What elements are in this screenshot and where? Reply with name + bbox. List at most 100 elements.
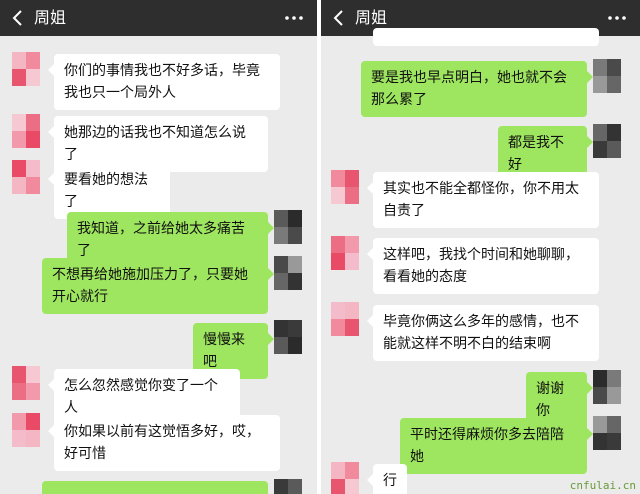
incoming-message-bubble[interactable]: 要看她的想法了	[48, 163, 170, 219]
chat-title: 周姐	[355, 8, 388, 27]
avatar-pixel	[26, 430, 40, 447]
message-text: 慢慢来吧	[203, 332, 245, 370]
avatar-pixel	[331, 319, 345, 336]
message-text: 要看她的想法了	[64, 172, 148, 210]
avatar-pixel	[288, 479, 302, 494]
avatar-pixel	[274, 320, 288, 337]
avatar-pixel	[26, 177, 40, 194]
outgoing-message-bubble[interactable]: 不想再给她施加压力了，只要她开心就行	[42, 258, 274, 314]
avatar-pixel	[274, 227, 288, 244]
avatar-pixel	[345, 236, 359, 253]
message-text: 都是我不好	[508, 135, 564, 173]
user-avatar[interactable]	[274, 479, 302, 494]
avatar-pixel	[274, 479, 288, 494]
avatar-pixel	[345, 253, 359, 270]
user-avatar[interactable]	[593, 370, 621, 404]
outgoing-message-bubble[interactable]: 要是我也早点明白，她也就不会那么累了	[361, 61, 593, 117]
avatar-pixel	[345, 462, 359, 479]
avatar-pixel	[274, 337, 288, 354]
contact-avatar[interactable]	[12, 114, 40, 148]
message-text: 你们的事情我也不好多话，毕竟我也只一个局外人	[64, 63, 260, 101]
avatar-pixel	[12, 131, 26, 148]
message-text: 毕竟你俩这么多年的感情，也不能就这样不明不白的结束啊	[383, 314, 579, 352]
outgoing-message-bubble[interactable]: 平时还得麻烦你多去陪陪她	[400, 418, 593, 474]
incoming-message-bubble[interactable]: 你们的事情我也不好多话，毕竟我也只一个局外人	[48, 54, 280, 110]
avatar-pixel	[331, 479, 345, 494]
avatar-pixel	[12, 383, 26, 400]
incoming-message-bubble[interactable]: 毕竟你俩这么多年的感情，也不能就这样不明不白的结束啊	[367, 305, 599, 361]
chevron-left-icon[interactable]	[329, 8, 349, 28]
user-avatar[interactable]	[593, 416, 621, 450]
avatar-pixel	[607, 59, 621, 76]
incoming-message-bubble[interactable]: 行	[367, 464, 407, 494]
avatar-pixel	[288, 256, 302, 273]
message-text: 平时还得麻烦你多去陪陪她	[410, 427, 564, 465]
user-avatar[interactable]	[593, 59, 621, 93]
avatar-pixel	[607, 124, 621, 141]
avatar-pixel	[12, 366, 26, 383]
contact-avatar[interactable]	[331, 462, 359, 494]
avatar-pixel	[331, 302, 345, 319]
avatar-pixel	[12, 177, 26, 194]
incoming-message-bubble[interactable]	[373, 28, 599, 46]
contact-avatar[interactable]	[12, 413, 40, 447]
avatar-pixel	[12, 430, 26, 447]
avatar-pixel	[274, 210, 288, 227]
avatar-pixel	[345, 187, 359, 204]
message-text: 她那边的话我也不知道怎么说了	[64, 125, 246, 163]
avatar-pixel	[607, 433, 621, 450]
avatar-pixel	[345, 170, 359, 187]
more-dots-icon[interactable]	[608, 16, 626, 20]
message-text: 要是我也早点明白，她也就不会那么累了	[371, 70, 567, 108]
avatar-pixel	[593, 141, 607, 158]
message-text: 这样吧，我找个时间和她聊聊，看看她的态度	[383, 247, 579, 285]
avatar-pixel	[12, 160, 26, 177]
chat-panel-right[interactable]: 周姐 要是我也早点明白，她也就不会那么累了 都是我不好 其实也不能全都怪你，你不…	[321, 0, 640, 494]
message-text: 行	[383, 473, 397, 489]
avatar-pixel	[593, 387, 607, 404]
incoming-message-bubble[interactable]: 你如果以前有这觉悟多好，哎，好可惜	[48, 415, 280, 471]
avatar-pixel	[593, 124, 607, 141]
avatar-pixel	[331, 236, 345, 253]
avatar-pixel	[345, 302, 359, 319]
avatar-pixel	[288, 337, 302, 354]
user-avatar[interactable]	[274, 256, 302, 290]
contact-avatar[interactable]	[12, 160, 40, 194]
message-text: 谢谢你	[536, 381, 564, 419]
site-watermark: cnfulai.cn	[569, 479, 636, 492]
incoming-message-bubble[interactable]: 其实也不能全都怪你，你不用太自责了	[367, 172, 599, 228]
chat-header: 周姐	[0, 0, 317, 36]
avatar-pixel	[26, 366, 40, 383]
avatar-pixel	[288, 210, 302, 227]
avatar-pixel	[331, 170, 345, 187]
avatar-pixel	[593, 370, 607, 387]
contact-avatar[interactable]	[331, 302, 359, 336]
avatar-pixel	[26, 131, 40, 148]
avatar-pixel	[288, 273, 302, 290]
contact-avatar[interactable]	[331, 236, 359, 270]
contact-avatar[interactable]	[331, 170, 359, 204]
avatar-pixel	[345, 319, 359, 336]
contact-avatar[interactable]	[12, 366, 40, 400]
user-avatar[interactable]	[274, 320, 302, 354]
avatar-pixel	[593, 416, 607, 433]
message-text: 其实也不能全都怪你，你不用太自责了	[383, 181, 579, 219]
avatar-pixel	[331, 253, 345, 270]
avatar-pixel	[331, 462, 345, 479]
avatar-pixel	[12, 52, 26, 69]
avatar-pixel	[593, 76, 607, 93]
contact-avatar[interactable]	[12, 52, 40, 86]
outgoing-message-bubble[interactable]	[42, 481, 268, 494]
more-dots-icon[interactable]	[285, 16, 303, 20]
avatar-pixel	[607, 141, 621, 158]
avatar-pixel	[607, 416, 621, 433]
user-avatar[interactable]	[274, 210, 302, 244]
incoming-message-bubble[interactable]: 这样吧，我找个时间和她聊聊，看看她的态度	[367, 238, 599, 294]
avatar-pixel	[12, 413, 26, 430]
user-avatar[interactable]	[593, 124, 621, 158]
chevron-left-icon[interactable]	[8, 8, 28, 28]
avatar-pixel	[26, 114, 40, 131]
chat-panel-left[interactable]: 周姐 你们的事情我也不好多话，毕竟我也只一个局外人 她那边的话我也不知道怎么说了…	[0, 0, 317, 494]
message-text: 你如果以前有这觉悟多好，哎，好可惜	[64, 424, 260, 462]
avatar-pixel	[26, 383, 40, 400]
